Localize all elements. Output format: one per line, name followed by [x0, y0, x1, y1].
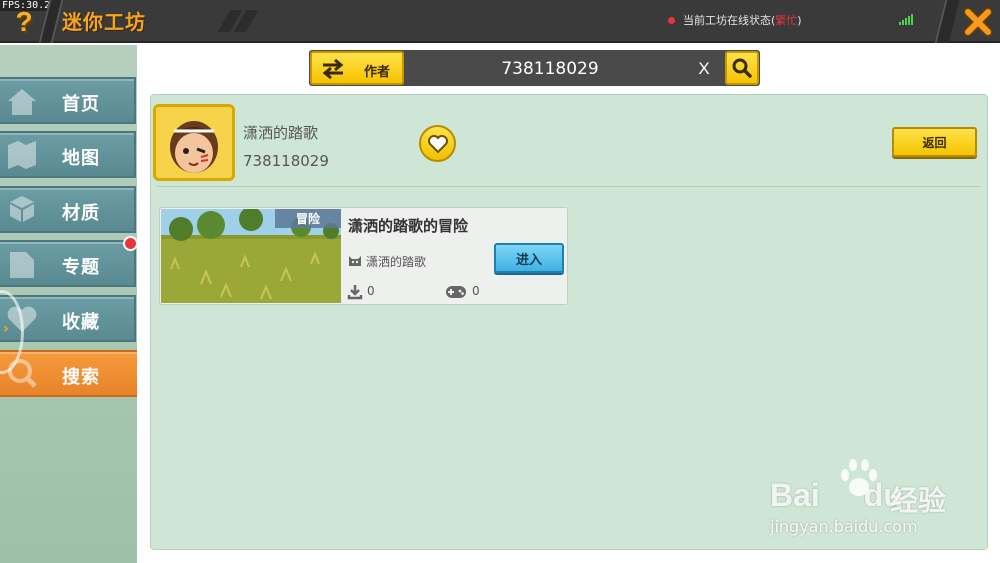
sidebar-item-label: 地图 — [62, 148, 100, 169]
sidebar-item-home[interactable]: 首页 — [0, 77, 136, 124]
swap-icon — [322, 59, 344, 79]
close-button[interactable] — [955, 0, 1000, 43]
author-id: 738118029 — [243, 152, 329, 170]
avatar-face-icon — [156, 107, 232, 178]
home-icon — [8, 89, 36, 115]
sidebar-item-label: 搜索 — [62, 367, 100, 388]
follow-button[interactable] — [419, 125, 456, 162]
enter-button[interactable]: 进入 — [494, 243, 564, 273]
app-title: 迷你工坊 — [62, 10, 146, 34]
online-status: 当前工坊在线状态(繁忙) — [668, 12, 802, 28]
fps-counter: FPS:30.2 — [0, 0, 53, 11]
divider — [157, 186, 981, 187]
watermark-url: jingyan.baidu.com — [770, 517, 918, 536]
sidebar-item-label: 专题 — [62, 257, 100, 278]
author-avatar[interactable] — [153, 104, 235, 181]
signal-icon — [899, 13, 913, 25]
top-bar — [0, 0, 1000, 43]
watermark-logo-text: Bai — [770, 477, 820, 513]
sidebar-item-map[interactable]: 地图 — [0, 131, 136, 178]
paw-icon — [841, 459, 877, 496]
status-dot-icon — [668, 16, 675, 24]
map-type-tag: 冒险 — [275, 209, 341, 228]
author-name: 潇洒的踏歌 — [243, 124, 319, 142]
gamepad-icon — [446, 286, 466, 298]
download-count: 0 — [367, 284, 375, 298]
sidebar-item-label: 首页 — [62, 94, 100, 115]
search-input[interactable] — [420, 56, 680, 82]
status-value: 繁忙 — [775, 14, 798, 27]
magnifier-icon — [732, 58, 752, 78]
status-label: 当前工坊在线状态( — [683, 14, 776, 27]
texture-icon — [10, 196, 34, 222]
download-icon — [347, 285, 363, 300]
sidebar-item-texture[interactable]: 材质 — [0, 186, 136, 233]
sidebar-item-label: 收藏 — [62, 312, 100, 333]
back-button[interactable]: 返回 — [892, 127, 977, 157]
play-count: 0 — [472, 284, 480, 298]
header-decoration — [217, 10, 264, 32]
chevron-right-icon: › — [3, 321, 9, 337]
heart-icon — [427, 134, 448, 153]
map-icon — [8, 141, 36, 169]
baidu-watermark: Bai du 经验 jingyan.baidu.com — [770, 455, 970, 545]
status-suffix: ) — [797, 13, 802, 27]
search-type-toggle[interactable]: 作者 — [310, 51, 404, 85]
search-button[interactable] — [725, 51, 759, 85]
author-icon — [349, 256, 361, 266]
watermark-brand: 经验 — [890, 484, 947, 517]
sidebar-item-search[interactable]: 搜索 — [0, 350, 142, 397]
search-type-label: 作者 — [364, 65, 391, 80]
map-title: 潇洒的踏歌的冒险 — [348, 217, 469, 235]
clear-search-button[interactable]: X — [693, 57, 715, 81]
sidebar-item-topic[interactable]: 专题 — [0, 240, 136, 287]
map-author: 潇洒的踏歌 — [366, 255, 427, 269]
close-icon — [963, 7, 992, 36]
topic-icon — [10, 252, 34, 278]
sidebar-item-label: 材质 — [62, 203, 100, 224]
notification-badge — [123, 236, 138, 251]
